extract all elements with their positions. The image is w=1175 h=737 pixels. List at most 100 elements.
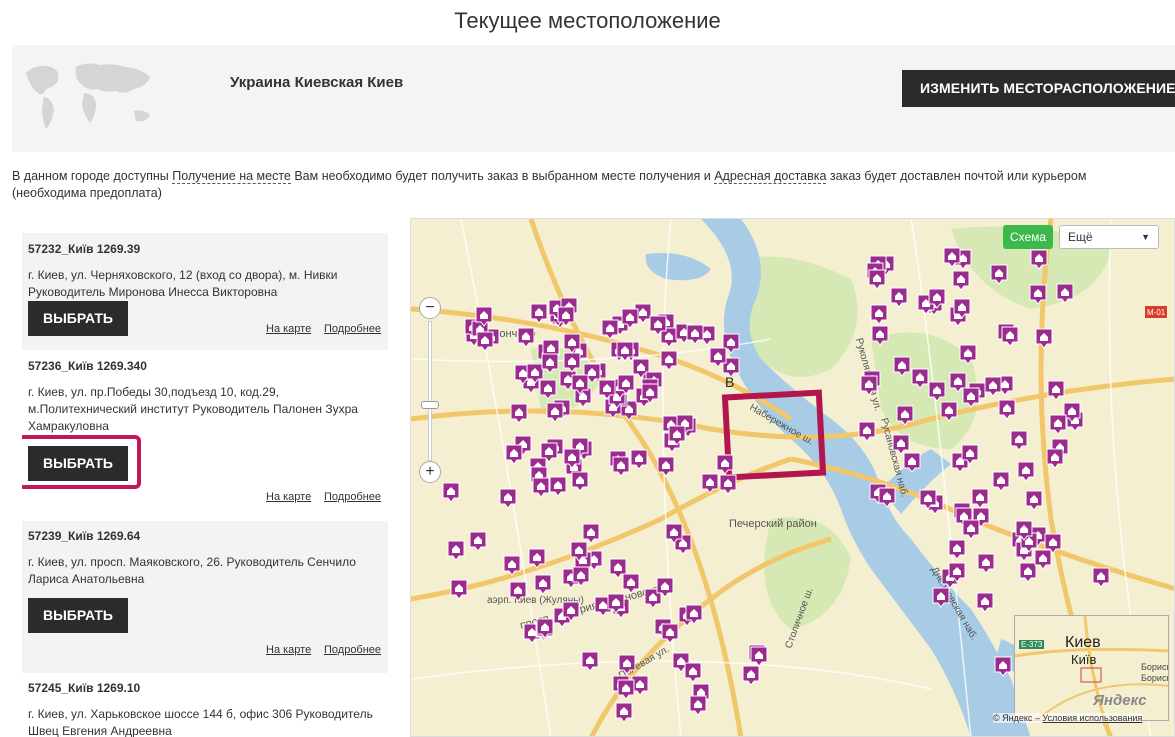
zoom-in-button[interactable]: +	[419, 461, 441, 483]
pickup-marker[interactable]	[750, 646, 768, 667]
pickup-marker[interactable]	[976, 592, 994, 613]
select-button[interactable]: ВЫБРАТЬ	[28, 301, 128, 336]
pickup-marker[interactable]	[528, 548, 546, 569]
pickup-marker[interactable]	[992, 471, 1010, 492]
pickup-marker[interactable]	[1019, 562, 1037, 583]
zoom-out-button[interactable]: −	[419, 297, 441, 319]
scheme-button[interactable]: Схема	[1003, 225, 1053, 249]
yandex-map[interactable]: райончено Печерский район просп. Валерия…	[410, 218, 1175, 737]
pickup-marker[interactable]	[499, 488, 517, 509]
pickup-marker[interactable]	[581, 651, 599, 672]
pickup-marker[interactable]	[1046, 448, 1064, 469]
pickup-marker[interactable]	[684, 662, 702, 683]
pickup-marker[interactable]	[1056, 283, 1074, 304]
pickup-marker[interactable]	[868, 269, 886, 290]
pickup-marker[interactable]	[903, 452, 921, 473]
pickup-marker[interactable]	[962, 519, 980, 540]
pickup-marker[interactable]	[896, 405, 914, 426]
pickup-marker[interactable]	[971, 488, 989, 509]
pickup-marker[interactable]	[1017, 461, 1035, 482]
pickup-marker[interactable]	[450, 579, 468, 600]
pickup-marker[interactable]	[546, 402, 564, 423]
pickup-marker[interactable]	[510, 403, 528, 424]
pickup-marker[interactable]	[1001, 326, 1019, 347]
address-delivery-link[interactable]: Адресная доставка	[714, 169, 827, 184]
pickup-marker[interactable]	[534, 574, 552, 595]
pickup-marker[interactable]	[689, 695, 707, 716]
pickup-marker[interactable]	[990, 264, 1008, 285]
pickup-marker[interactable]	[1092, 567, 1110, 588]
pickup-marker[interactable]	[539, 379, 557, 400]
pickup-marker[interactable]	[932, 587, 950, 608]
on-map-link[interactable]: На карте	[266, 644, 311, 656]
pickup-marker[interactable]	[1025, 490, 1043, 511]
pickup-marker[interactable]	[509, 581, 527, 602]
pickup-marker[interactable]	[505, 444, 523, 465]
pickup-marker[interactable]	[952, 270, 970, 291]
pickup-marker[interactable]	[893, 356, 911, 377]
pickup-on-site-link[interactable]: Получение на месте	[172, 169, 291, 184]
pickup-marker[interactable]	[890, 287, 908, 308]
pickup-marker[interactable]	[928, 381, 946, 402]
pickup-marker[interactable]	[1049, 414, 1067, 435]
pickup-marker[interactable]	[549, 476, 567, 497]
pickup-marker[interactable]	[660, 350, 678, 371]
pickup-marker[interactable]	[618, 654, 636, 675]
pickup-marker[interactable]	[742, 665, 760, 686]
pickup-marker[interactable]	[532, 477, 550, 498]
pickup-marker[interactable]	[571, 471, 589, 492]
pickup-marker[interactable]	[994, 656, 1012, 677]
pickup-marker[interactable]	[1047, 380, 1065, 401]
pickup-marker[interactable]	[998, 399, 1016, 420]
pickup-marker[interactable]	[1029, 284, 1047, 305]
on-map-link[interactable]: На карте	[266, 491, 311, 503]
on-map-link[interactable]: На карте	[266, 323, 311, 335]
pickup-marker[interactable]	[959, 344, 977, 365]
pickup-marker[interactable]	[530, 303, 548, 324]
terms-link[interactable]: Условия использования	[1042, 713, 1142, 723]
zoom-handle[interactable]	[421, 401, 439, 409]
pickup-marker[interactable]	[630, 449, 648, 470]
details-link[interactable]: Подробнее	[324, 491, 381, 503]
pickup-marker[interactable]	[661, 623, 679, 644]
pickup-marker[interactable]	[469, 531, 487, 552]
pickup-marker[interactable]	[442, 482, 460, 503]
pickup-marker[interactable]	[948, 539, 966, 560]
details-link[interactable]: Подробнее	[324, 323, 381, 335]
select-button[interactable]: ВЫБРАТЬ	[28, 446, 128, 481]
pickup-marker[interactable]	[612, 456, 630, 477]
pickup-marker[interactable]	[447, 540, 465, 561]
pickup-marker[interactable]	[940, 401, 958, 422]
pickup-marker[interactable]	[701, 473, 719, 494]
pickup-marker[interactable]	[892, 434, 910, 455]
pickup-marker[interactable]	[517, 327, 535, 348]
pickup-list[interactable]: 57232_Київ 1269.39 г. Киев, ул. Черняхов…	[22, 233, 390, 737]
more-layers-select[interactable]: Ещё ▼	[1059, 225, 1159, 249]
pickup-marker[interactable]	[615, 702, 633, 723]
select-button[interactable]: ВЫБРАТЬ	[28, 598, 128, 633]
pickup-marker[interactable]	[716, 454, 734, 475]
pickup-marker[interactable]	[1010, 430, 1028, 451]
pickup-marker[interactable]	[601, 319, 619, 340]
pickup-marker[interactable]	[719, 474, 737, 495]
pickup-marker[interactable]	[870, 304, 888, 325]
pickup-marker[interactable]	[617, 679, 635, 700]
pickup-marker[interactable]	[860, 375, 878, 396]
pickup-marker[interactable]	[911, 368, 929, 389]
pickup-marker[interactable]	[1035, 328, 1053, 349]
change-location-button[interactable]: ИЗМЕНИТЬ МЕСТОРАСПОЛОЖЕНИЕ	[902, 70, 1175, 107]
pickup-marker[interactable]	[962, 387, 980, 408]
pickup-marker[interactable]	[657, 456, 675, 477]
pickup-marker[interactable]	[878, 487, 896, 508]
pickup-marker[interactable]	[1030, 249, 1048, 270]
pickup-marker[interactable]	[871, 325, 889, 346]
pickup-marker[interactable]	[977, 553, 995, 574]
pickup-marker[interactable]	[858, 421, 876, 442]
pickup-marker[interactable]	[503, 555, 521, 576]
details-link[interactable]: Подробнее	[324, 644, 381, 656]
pickup-marker[interactable]	[984, 376, 1002, 397]
zoom-control[interactable]: − +	[419, 297, 443, 487]
pickup-marker[interactable]	[541, 353, 559, 374]
pickup-marker[interactable]	[622, 573, 640, 594]
zoom-track[interactable]	[428, 321, 432, 461]
